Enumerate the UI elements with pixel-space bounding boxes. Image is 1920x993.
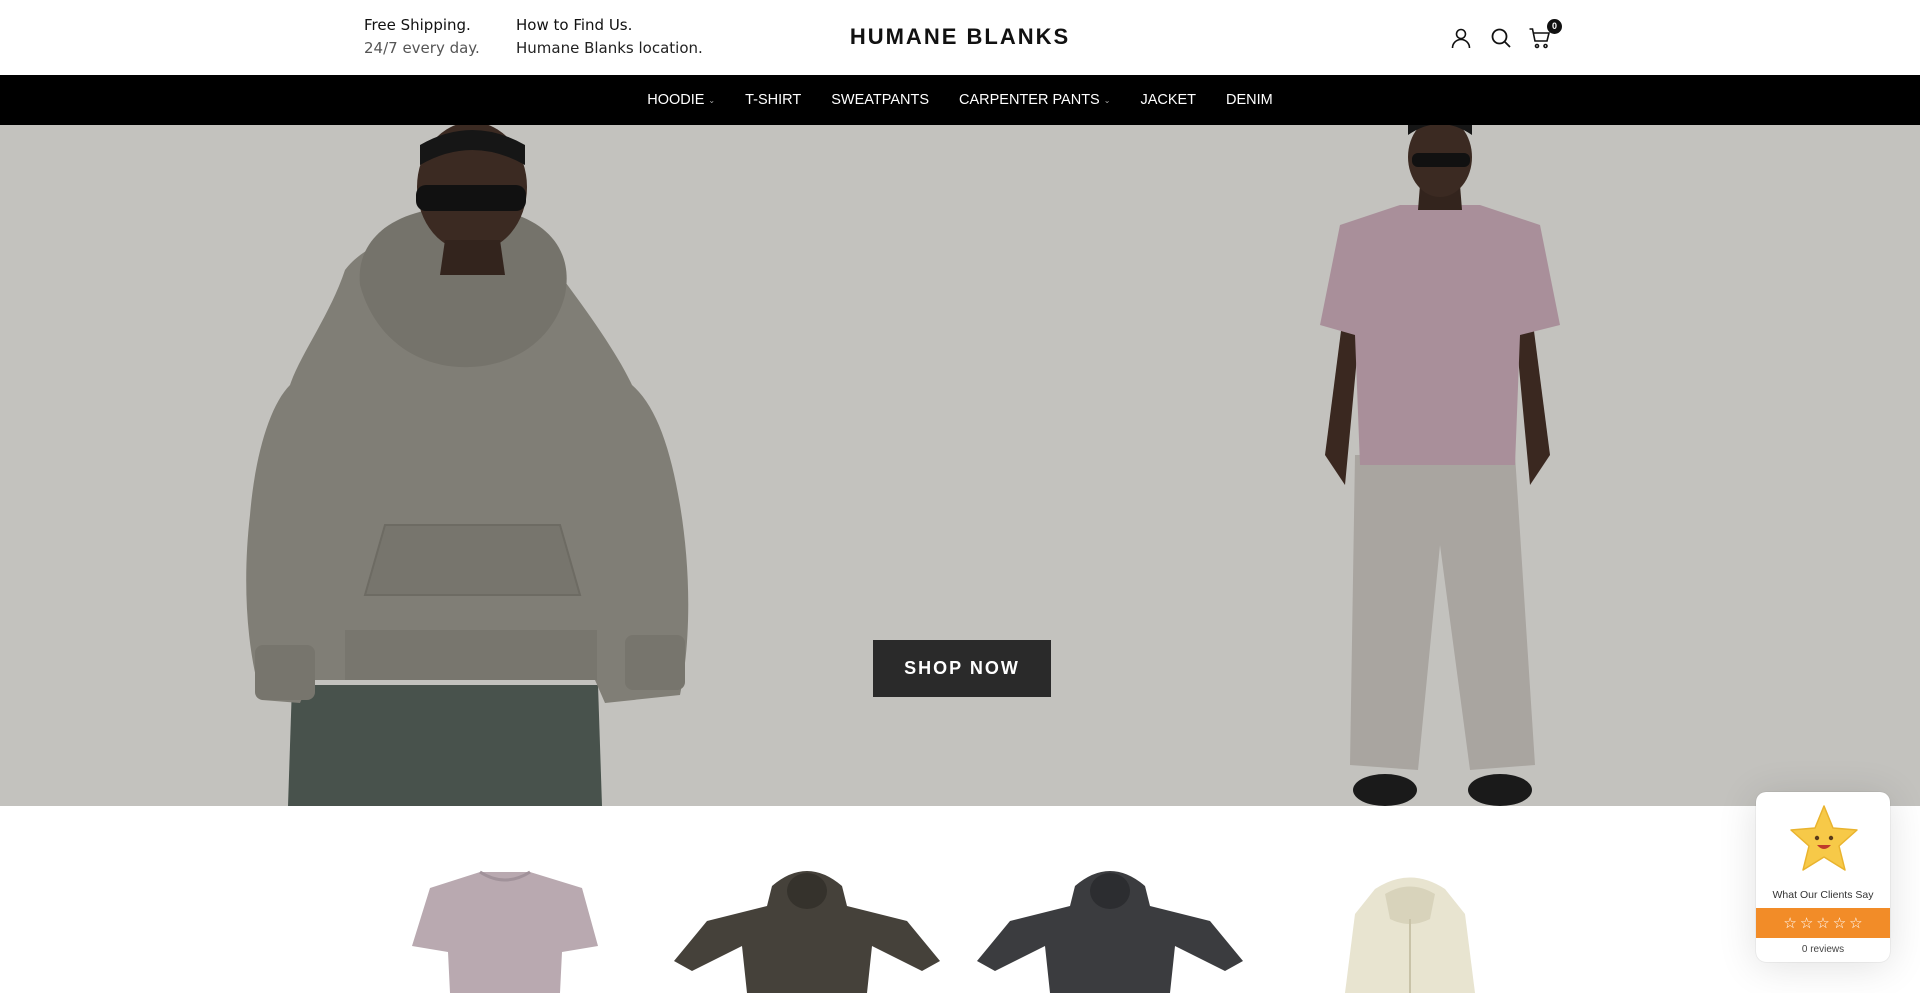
search-icon[interactable] — [1488, 25, 1514, 51]
rating-stars: ☆ ☆ ☆ ☆ ☆ — [1756, 908, 1890, 938]
nav-label: T-SHIRT — [745, 92, 802, 108]
smiling-star-icon — [1790, 805, 1858, 871]
hero-model-tshirt-image — [1320, 125, 1560, 806]
product-hoodie-black-image[interactable] — [975, 866, 1245, 993]
star-outline-icon: ☆ — [1799, 915, 1814, 932]
star-outline-icon: ☆ — [1832, 915, 1847, 932]
site-logo[interactable]: HUMANE BLANKS — [0, 24, 1920, 50]
reviews-count: 0 reviews — [1801, 944, 1845, 955]
star-outline-icon: ☆ — [1783, 915, 1797, 932]
nav-item-sweatpants[interactable]: SWEATPANTS — [816, 92, 944, 108]
product-zip-hoodie-cream-image[interactable] — [1340, 874, 1480, 993]
nav-item-carpenter-pants[interactable]: CARPENTER PANTS ⌄ — [944, 92, 1125, 108]
nav-item-tshirt[interactable]: T-SHIRT — [730, 92, 816, 108]
nav-label: HOODIE — [647, 92, 705, 108]
user-icon[interactable] — [1448, 25, 1474, 51]
cart-icon[interactable]: 0 — [1527, 19, 1562, 51]
reviews-widget[interactable]: What Our Clients Say ☆ ☆ ☆ ☆ ☆ 0 reviews — [1756, 792, 1890, 962]
product-hoodie-brown-image[interactable] — [672, 866, 942, 993]
shop-now-button[interactable]: SHOP NOW — [873, 640, 1051, 697]
nav-label: CARPENTER PANTS — [959, 92, 1100, 108]
site-header: Free Shipping. 24/7 every day. How to Fi… — [0, 0, 1920, 75]
chevron-down-icon: ⌄ — [708, 95, 716, 105]
star-outline-icon: ☆ — [1816, 915, 1830, 932]
star-outline-icon: ☆ — [1849, 915, 1863, 932]
product-tshirt-image[interactable] — [410, 866, 600, 993]
product-strip — [0, 806, 1920, 993]
nav-label: DENIM — [1226, 92, 1273, 108]
nav-label: JACKET — [1140, 92, 1197, 108]
hero-banner: SHOP NOW — [0, 125, 1920, 806]
nav-item-denim[interactable]: DENIM — [1211, 92, 1288, 108]
nav-item-hoodie[interactable]: HOODIE ⌄ — [632, 92, 730, 108]
cart-count-badge: 0 — [1547, 19, 1562, 34]
chevron-down-icon: ⌄ — [1103, 95, 1111, 105]
reviews-title: What Our Clients Say — [1772, 889, 1874, 901]
main-nav: HOODIE ⌄ T-SHIRT SWEATPANTS CARPENTER PA… — [0, 75, 1920, 125]
nav-item-jacket[interactable]: JACKET — [1125, 92, 1211, 108]
nav-label: SWEATPANTS — [831, 92, 929, 108]
